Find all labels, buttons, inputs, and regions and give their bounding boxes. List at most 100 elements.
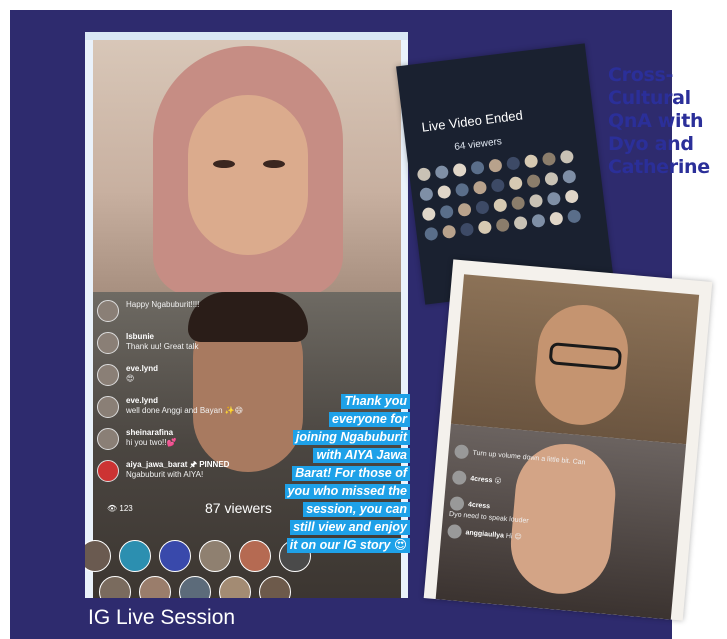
avatar[interactable] [97,428,119,450]
status-strip [85,32,408,40]
bottom-camera-feed: Turn up volume down a little bit. Can 4c… [435,423,687,620]
avatar[interactable] [523,153,539,169]
caption-line: with AIYA Jawa [313,448,410,463]
avatar[interactable] [454,182,470,198]
avatar[interactable] [451,470,467,486]
avatar[interactable] [490,178,506,193]
title-line: QnA with [608,110,704,132]
avatar[interactable] [419,186,434,202]
avatar[interactable] [434,164,450,180]
avatar[interactable] [459,222,475,237]
avatar[interactable] [421,206,437,222]
title-line: Dyo and [608,133,694,155]
avatar[interactable] [510,195,526,211]
avatar[interactable] [513,215,528,231]
comment-text: Thank uu! Great talk [126,342,199,351]
avatar[interactable] [472,180,488,195]
comment-text: well done Anggi and Bayan ✨😄 [126,406,244,415]
avatar[interactable] [531,213,546,229]
comment-user: eve.lynd [126,364,159,373]
avatar[interactable] [453,444,470,460]
eye-left [213,160,235,168]
top-camera-feed [93,40,401,292]
avatar[interactable] [506,156,521,171]
caption-line: session, you can [303,502,410,517]
avatar[interactable] [99,576,131,598]
caption-line: still view and enjoy [290,520,410,535]
avatar[interactable] [564,189,579,204]
title-line: Cultural [608,87,691,109]
avatar[interactable] [97,332,119,354]
avatar[interactable] [470,160,485,176]
comment-user: sheinarafina [126,428,174,437]
comment-user: anggiaullya [465,529,505,540]
avatar[interactable] [457,202,472,217]
comment-user: 4cress [469,475,493,485]
avatar[interactable] [475,200,490,215]
avatar[interactable] [549,211,564,226]
top-camera-feed [450,274,700,445]
comment-text: Dyo need to speak louder [448,510,529,525]
comment-text: Ngabuburit with AIYA! [126,470,204,479]
avatar[interactable] [477,220,493,235]
avatar[interactable] [562,169,577,184]
comment-item: Isbunie Thank uu! Great talk [97,332,297,354]
caption-line: you who missed the [284,484,410,499]
avatar[interactable] [528,193,544,209]
avatar[interactable] [566,209,582,224]
comment-text: Hi 😊 [505,532,522,542]
comment-item: 4cress 😮 [451,470,503,488]
comment-user: aiya_jawa_barat 🖈 PINNED [126,460,230,469]
comment-user: 4cress [467,501,491,511]
avatar[interactable] [452,162,467,178]
avatar[interactable] [97,300,119,322]
avatar[interactable] [179,576,211,598]
avatar[interactable] [139,576,171,598]
slide: Happy Ngabuburit!!!! Isbunie Thank uu! Gr… [0,0,727,639]
avatar[interactable] [495,217,510,233]
comment-item: eve.lynd 😍 [97,364,297,386]
avatar[interactable] [488,158,503,173]
comment-text: hi you two!!💕 [126,438,177,447]
avatar[interactable] [424,226,439,242]
avatar[interactable] [508,176,523,191]
caption-line: it on our IG story 😍 [286,538,410,553]
comment-text: Happy Ngabuburit!!!! [126,300,200,309]
avatar[interactable] [559,149,575,165]
viewer-count-badge: 👁 123 [107,504,133,513]
avatar[interactable] [437,184,452,200]
avatar[interactable] [199,540,231,572]
avatar[interactable] [97,364,119,386]
caption-line: Barat! For those of [292,466,410,481]
caption-line: Thank you [341,394,410,409]
avatar[interactable] [449,495,465,512]
avatar[interactable] [85,540,111,572]
avatar[interactable] [97,460,119,482]
caption-line: everyone for [328,412,410,427]
avatar[interactable] [546,191,562,206]
comment-text: 😍 [126,374,135,383]
title-line: Cross- [608,64,674,86]
live-ended-viewers: 64 viewers [453,136,503,153]
face-shape [188,95,308,255]
avatar[interactable] [544,171,559,187]
avatar[interactable] [493,198,508,213]
right-live-screenshot: Turn up volume down a little bit. Can 4c… [423,259,713,621]
comment-item: Happy Ngabuburit!!!! [97,300,297,322]
avatar[interactable] [119,540,151,572]
comment-item: anggiaullya Hi 😊 [447,523,522,544]
title-line: Catherine [608,156,710,178]
avatar[interactable] [97,396,119,418]
slide-title: Cross- Cultural QnA with Dyo and Catheri… [608,64,727,179]
avatar[interactable] [447,523,463,540]
avatar[interactable] [159,540,191,572]
caption-line: joining Ngabuburit [292,430,410,445]
avatar[interactable] [259,576,291,598]
avatar[interactable] [416,167,432,182]
avatar[interactable] [439,204,454,220]
avatar[interactable] [219,576,251,598]
avatar[interactable] [541,151,557,167]
caption-overlay: Thank you everyone for joining Ngabuburi… [262,392,410,554]
avatar[interactable] [526,173,541,189]
avatar[interactable] [441,224,457,239]
